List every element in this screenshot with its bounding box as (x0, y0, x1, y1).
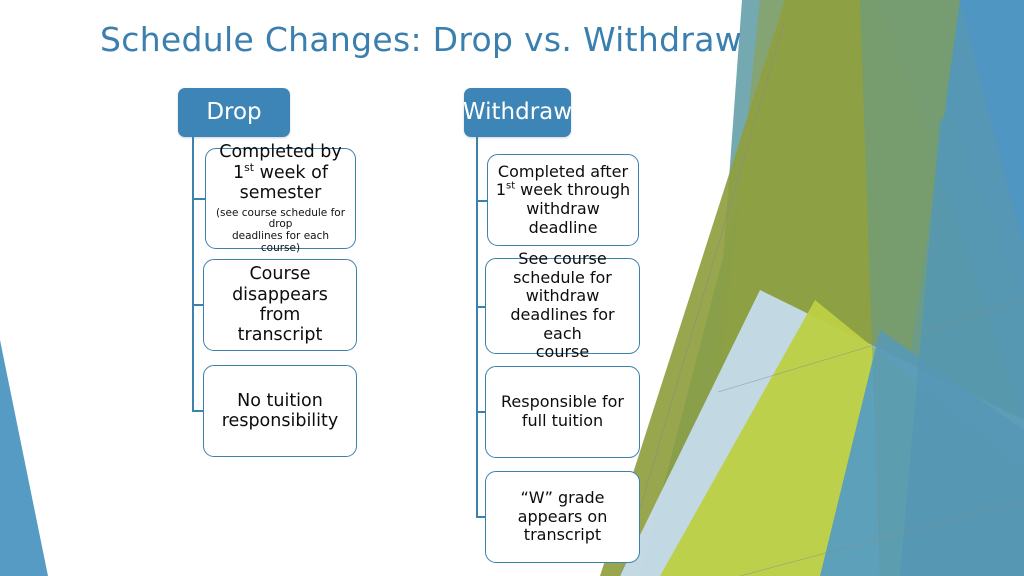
slide-canvas: Schedule Changes: Drop vs. Withdraw Drop… (0, 0, 1024, 576)
node-withdraw-3-line2: full tuition (521, 411, 604, 430)
node-withdraw-2-line3: withdraw (525, 286, 600, 306)
node-withdraw-2-line4: deadlines for each (510, 305, 615, 343)
node-withdraw-1-line3: withdraw (526, 199, 600, 218)
node-drop-2[interactable]: Course disappears from transcript (203, 259, 357, 351)
node-withdraw-1-main: Completed after 1st week through withdra… (495, 161, 631, 238)
node-drop-1-line2: 1st week of (232, 160, 328, 183)
node-drop-3-main: No tuition responsibility (222, 391, 339, 432)
node-withdraw-4-line1: “W” grade (520, 487, 605, 507)
node-withdraw-4-line3: transcript (523, 525, 602, 545)
ordinal-suffix: st (506, 180, 516, 192)
node-drop-2-line1: Course (249, 264, 311, 285)
node-withdraw-1-line4: deadline (528, 217, 598, 237)
node-drop-2-main: Course disappears from transcript (210, 264, 350, 346)
node-withdraw-1-line1: Completed after (497, 161, 629, 181)
node-drop-1-sub: (see course schedule for drop deadlines … (212, 206, 349, 255)
node-drop-3-line1: No tuition (237, 390, 323, 411)
node-withdraw-3[interactable]: Responsible for full tuition (485, 366, 640, 458)
connector-trunk-withdraw (476, 137, 478, 516)
node-withdraw-2-line5: course (535, 342, 590, 362)
node-withdraw-1[interactable]: Completed after 1st week through withdra… (487, 154, 639, 246)
node-withdraw-4-line2: appears on (517, 506, 608, 526)
node-withdraw-3-line1: Responsible for (501, 392, 624, 412)
page-title: Schedule Changes: Drop vs. Withdraw (100, 20, 743, 59)
node-withdraw-1-line2: 1st week through (495, 180, 631, 200)
node-withdraw-2[interactable]: See course schedule for withdraw deadlin… (485, 249, 640, 361)
node-drop-3-line2: responsibility (221, 411, 339, 431)
node-drop-2-line2: disappears from (232, 284, 328, 325)
node-drop-2-line3: transcript (237, 325, 323, 346)
node-drop-1-sub-line1: (see course schedule for drop (215, 206, 346, 231)
node-withdraw-4[interactable]: “W” grade appears on transcript (485, 471, 640, 563)
header-box-drop[interactable]: Drop (178, 88, 290, 137)
node-drop-3[interactable]: No tuition responsibility (203, 365, 357, 457)
node-drop-1-main: Completed by 1st week of semester (219, 142, 341, 203)
node-withdraw-3-main: Responsible for full tuition (501, 393, 624, 430)
header-box-withdraw[interactable]: Withdraw (463, 88, 572, 137)
node-withdraw-2-line2: schedule for (513, 267, 612, 287)
connector-trunk-drop (192, 137, 194, 410)
node-withdraw-4-main: “W” grade appears on transcript (517, 487, 608, 545)
node-drop-1-sub-line2: deadlines for each course) (231, 230, 330, 254)
node-withdraw-2-main: See course schedule for withdraw deadlin… (492, 248, 633, 362)
node-drop-1[interactable]: Completed by 1st week of semester (see c… (205, 142, 356, 254)
node-drop-1-line3: semester (239, 183, 322, 204)
ordinal-suffix: st (244, 160, 255, 174)
node-drop-1-line1: Completed by (219, 142, 342, 163)
node-withdraw-2-line1: See course (518, 248, 607, 268)
